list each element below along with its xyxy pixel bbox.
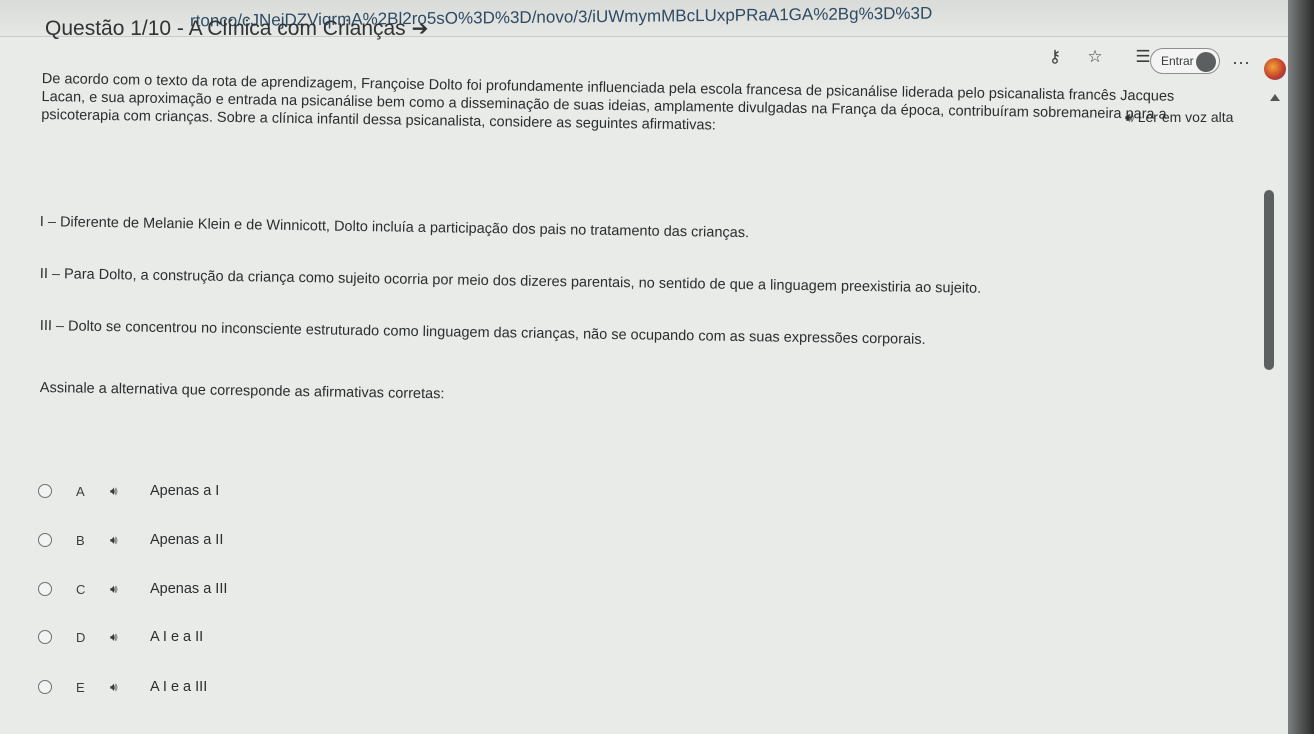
option-text: Apenas a I <box>150 483 220 499</box>
scrollbar[interactable] <box>1258 90 1276 730</box>
option-e[interactable]: E 🔊︎ A I e a III <box>38 676 207 698</box>
more-menu-button[interactable]: ··· <box>1232 52 1250 73</box>
option-letter: C <box>76 581 86 597</box>
key-icon[interactable]: ⚷ <box>1042 44 1068 70</box>
option-text: A I e a III <box>150 679 208 695</box>
speaker-icon[interactable]: 🔊︎ <box>110 533 150 548</box>
speaker-icon[interactable]: 🔊︎ <box>110 680 150 695</box>
question-title: Questão 1/10 - A Clínica com Crianças <box>45 17 406 40</box>
option-text: Apenas a III <box>150 581 228 597</box>
statement-3: III – Dolto se concentrou no inconscient… <box>39 318 926 348</box>
radio-button[interactable] <box>38 630 52 644</box>
option-letter: B <box>76 532 85 548</box>
window-edge <box>1288 0 1314 734</box>
speaker-icon[interactable]: 🔊︎ <box>110 484 150 499</box>
question-prompt: De acordo com o texto da rota de aprendi… <box>41 70 1252 143</box>
radio-button[interactable] <box>38 484 52 498</box>
option-letter: E <box>76 679 85 695</box>
arrow-right-icon[interactable]: ➔ <box>412 18 429 40</box>
option-text: Apenas a II <box>150 532 224 548</box>
instruction-text: Assinale a alternativa que corresponde a… <box>39 380 445 403</box>
option-b[interactable]: B 🔊︎ Apenas a II <box>38 529 223 551</box>
option-letter: D <box>76 629 86 645</box>
radio-button[interactable] <box>38 680 52 694</box>
radio-button[interactable] <box>38 533 52 547</box>
page-title: Questão 1/10 - A Clínica com Crianças ➔ <box>45 16 428 41</box>
speaker-icon[interactable]: 🔊︎ <box>110 582 150 597</box>
scroll-thumb[interactable] <box>1264 190 1274 370</box>
speaker-icon[interactable]: 🔊︎ <box>110 630 150 645</box>
avatar <box>1196 52 1216 72</box>
radio-button[interactable] <box>38 582 52 596</box>
option-d[interactable]: D 🔊︎ A I e a II <box>38 626 203 648</box>
sign-in-button[interactable]: Entrar <box>1150 48 1220 74</box>
option-a[interactable]: A 🔊︎ Apenas a I <box>38 480 219 502</box>
statement-2: II – Para Dolto, a construção da criança… <box>39 266 982 297</box>
scroll-up-icon[interactable] <box>1270 94 1280 101</box>
extension-icon[interactable] <box>1264 58 1286 80</box>
star-icon[interactable]: ☆ <box>1082 44 1108 70</box>
option-c[interactable]: C 🔊︎ Apenas a III <box>38 578 227 600</box>
option-letter: A <box>76 483 85 499</box>
statement-1: I – Diferente de Melanie Klein e de Winn… <box>39 214 750 242</box>
option-text: A I e a II <box>150 629 204 645</box>
sign-in-label: Entrar <box>1161 54 1194 68</box>
